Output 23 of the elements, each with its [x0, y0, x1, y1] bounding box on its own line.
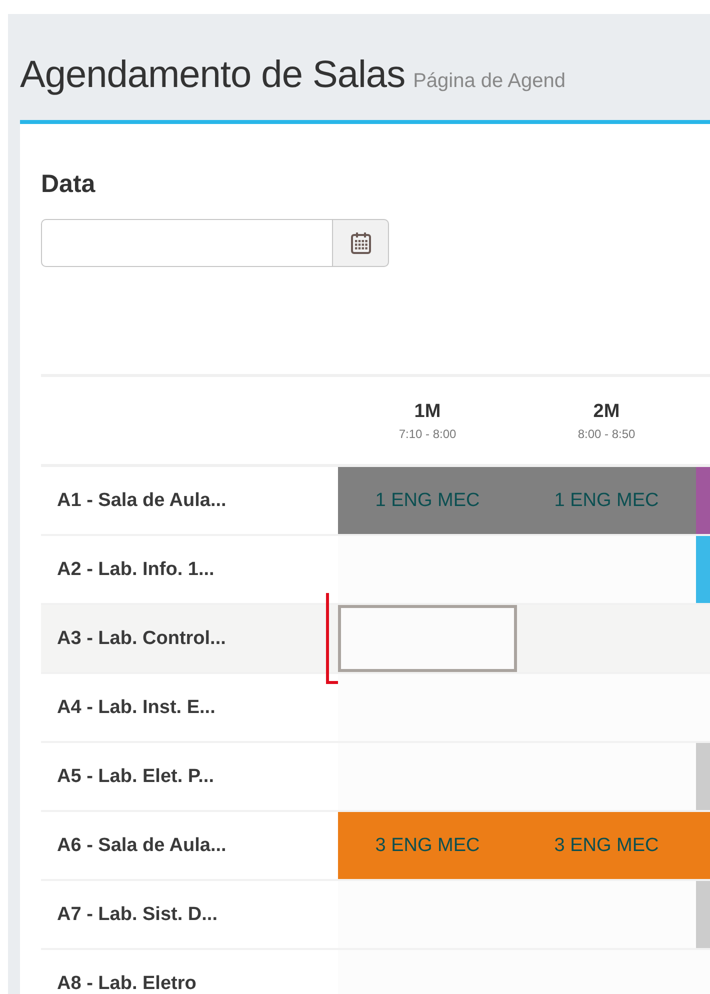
column-header: 1M	[414, 400, 441, 422]
selected-slot[interactable]	[338, 605, 517, 672]
room-name: A1 - Sala de Aula...	[57, 490, 226, 512]
booking-block[interactable]: 3 ENG MEC	[338, 812, 517, 879]
field-label: Data	[41, 170, 96, 199]
room-name: A7 - Lab. Sist. D...	[57, 904, 218, 926]
room-name: A6 - Sala de Aula...	[57, 834, 226, 856]
page-subtitle: Página de Agend	[413, 70, 566, 93]
booking-block[interactable]: 1 ENG MEC	[338, 467, 517, 534]
calendar-button[interactable]	[333, 219, 389, 267]
booking-block[interactable]: 1 ENG MEC	[517, 467, 696, 534]
booking-block[interactable]: 3 ENG MEC	[517, 812, 696, 879]
room-name: A4 - Lab. Inst. E...	[57, 696, 216, 718]
column-time: 8:00 - 8:50	[578, 426, 636, 440]
column-header: 2M	[593, 400, 620, 422]
room-name: A2 - Lab. Info. 1...	[57, 558, 214, 580]
column-time: 7:10 - 8:00	[398, 426, 456, 440]
page-title: Agendamento de Salas	[20, 54, 406, 97]
room-name: A8 - Lab. Eletro	[57, 972, 196, 994]
room-name: A3 - Lab. Control...	[57, 628, 226, 650]
calendar-icon	[350, 232, 370, 254]
room-name: A5 - Lab. Elet. P...	[57, 766, 214, 788]
date-field[interactable]	[41, 219, 333, 267]
